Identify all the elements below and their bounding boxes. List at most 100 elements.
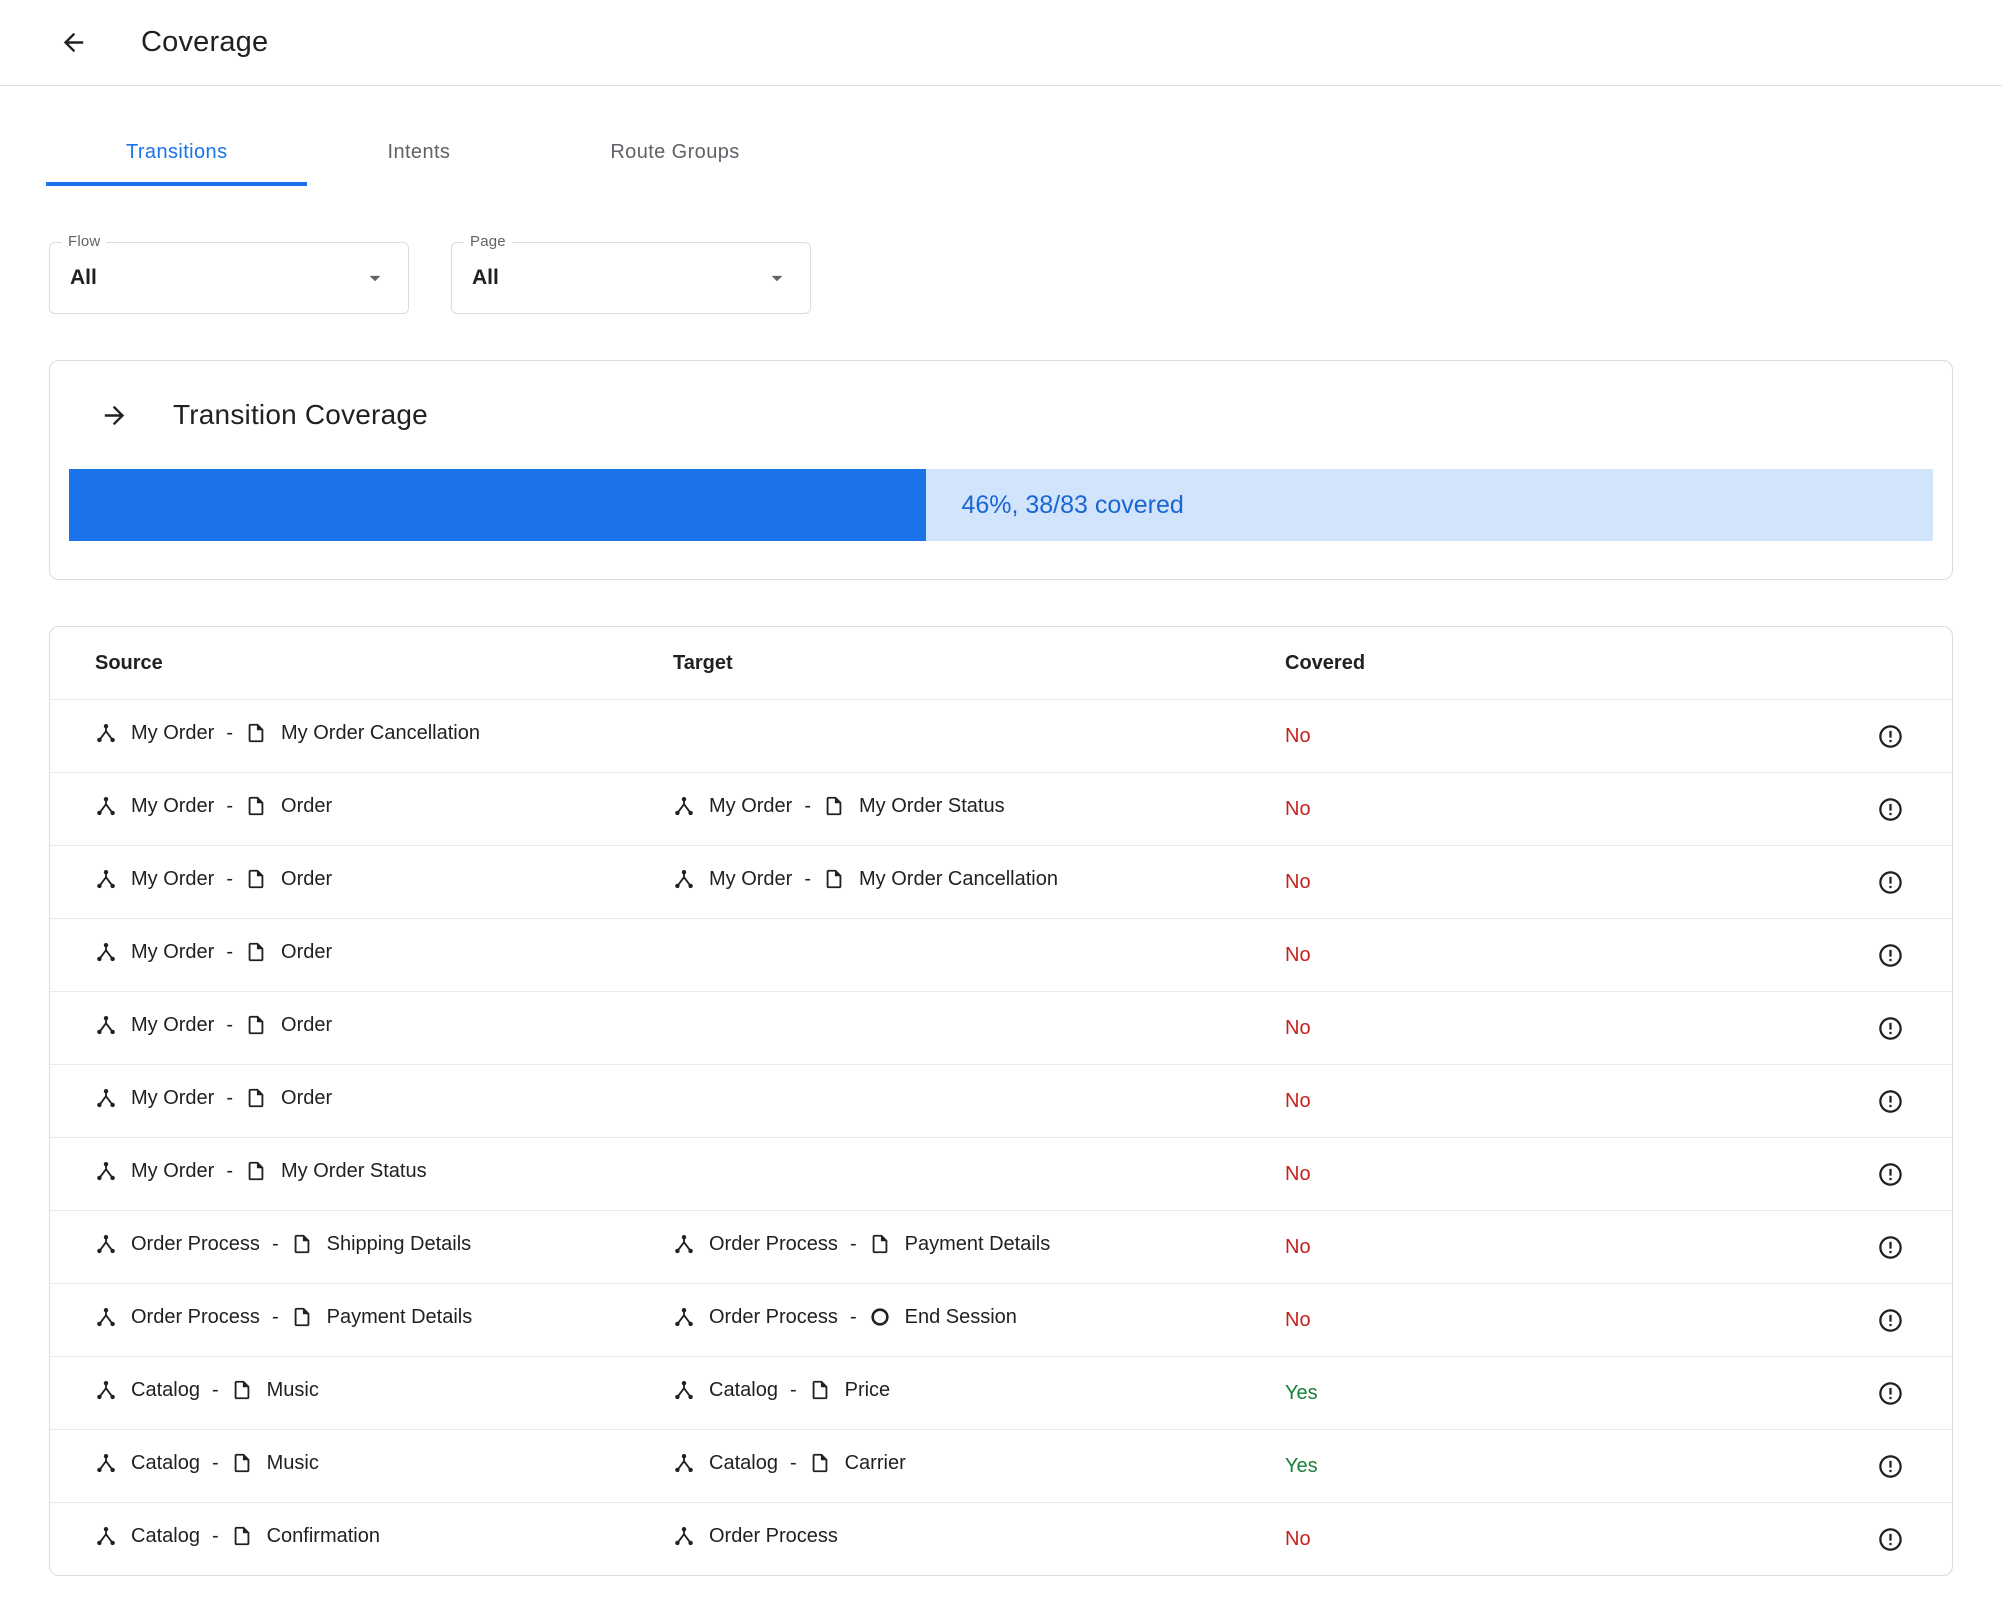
flow-name: Order Process (131, 1232, 260, 1255)
flow-name: My Order (131, 1086, 215, 1109)
endpoint: My Order - My Order Status (673, 795, 1005, 818)
error-icon[interactable] (1877, 942, 1904, 969)
endpoint-separator: - (226, 1159, 234, 1182)
page-title: Coverage (141, 26, 269, 58)
flow-icon (95, 1306, 117, 1328)
endpoint-separator: - (226, 721, 234, 744)
page-icon (231, 1525, 253, 1547)
tab-route-groups[interactable]: Route Groups (530, 122, 819, 186)
page-icon (231, 1452, 253, 1474)
flow-icon (95, 795, 117, 817)
table-body: My Order - My Order Cancellation No My O… (50, 699, 1952, 1575)
card-title: Transition Coverage (173, 399, 428, 430)
source-cell: My Order - My Order Cancellation (95, 722, 673, 751)
source-cell: My Order - Order (95, 1014, 673, 1043)
error-icon[interactable] (1877, 869, 1904, 896)
table-row: My Order - Order No (50, 991, 1952, 1064)
flow-filter-value: All (70, 266, 97, 289)
endpoint: My Order - My Order Status (95, 1160, 427, 1183)
page-name: Order (281, 794, 333, 817)
error-icon[interactable] (1877, 1088, 1904, 1115)
endpoint: My Order - Order (95, 1087, 332, 1110)
covered-cell: No (1251, 1528, 1835, 1551)
source-cell: Order Process - Payment Details (95, 1306, 673, 1335)
endpoint-separator: - (226, 1086, 234, 1109)
endpoint-separator: - (226, 1013, 234, 1036)
endpoint: Catalog - Music (95, 1379, 319, 1402)
table-row: My Order - Order No (50, 918, 1952, 991)
page-name: Shipping Details (326, 1232, 472, 1255)
covered-value: No (1285, 797, 1311, 820)
page-icon (291, 1306, 313, 1328)
endpoint: My Order - Order (95, 795, 332, 818)
tabs: Transitions Intents Route Groups (0, 122, 2002, 186)
endpoint: My Order - Order (95, 1014, 332, 1037)
error-icon[interactable] (1877, 1015, 1904, 1042)
page-icon (245, 868, 267, 890)
page-name: Order (281, 1086, 333, 1109)
tab-intents[interactable]: Intents (307, 122, 530, 186)
flow-name: My Order (709, 794, 793, 817)
page-filter-select[interactable]: Page All (451, 233, 811, 314)
top-bar: Coverage (0, 0, 2002, 86)
flow-name: Order Process (709, 1305, 838, 1328)
target-cell: Catalog - Carrier (673, 1452, 1251, 1481)
covered-cell: No (1251, 1309, 1835, 1332)
page-icon (291, 1233, 313, 1255)
endpoint: Catalog - Music (95, 1452, 319, 1475)
flow-filter-label: Flow (62, 233, 107, 250)
endpoint: Order Process (673, 1525, 838, 1548)
flow-icon (673, 868, 695, 890)
page-name: Order (281, 1013, 333, 1036)
table-row: My Order - My Order Cancellation No (50, 699, 1952, 772)
covered-value: No (1285, 1089, 1311, 1112)
info-cell (1835, 796, 1945, 823)
error-icon[interactable] (1877, 796, 1904, 823)
table-row: My Order - Order No (50, 1064, 1952, 1137)
target-cell: Catalog - Price (673, 1379, 1251, 1408)
error-icon[interactable] (1877, 1234, 1904, 1261)
endpoint-separator: - (226, 867, 234, 890)
back-button[interactable] (49, 19, 97, 67)
error-icon[interactable] (1877, 1307, 1904, 1334)
source-cell: My Order - Order (95, 868, 673, 897)
page-name: My Order Status (859, 794, 1005, 817)
chevron-down-icon (764, 265, 790, 291)
covered-cell: No (1251, 1090, 1835, 1113)
tab-label: Route Groups (610, 140, 740, 163)
error-icon[interactable] (1877, 1526, 1904, 1553)
tab-transitions[interactable]: Transitions (46, 122, 308, 186)
flow-name: Order Process (131, 1305, 260, 1328)
endpoint-separator: - (804, 867, 812, 890)
covered-cell: No (1251, 1163, 1835, 1186)
flow-name: My Order (131, 867, 215, 890)
covered-cell: No (1251, 798, 1835, 821)
error-icon[interactable] (1877, 1161, 1904, 1188)
page-icon (823, 868, 845, 890)
page-icon (231, 1379, 253, 1401)
endpoint: My Order - Order (95, 941, 332, 964)
flow-name: Catalog (709, 1378, 778, 1401)
info-cell (1835, 1307, 1945, 1334)
coverage-progress-fill (69, 469, 927, 541)
table-row: My Order - Order My Order - (50, 772, 1952, 845)
flow-name: My Order (131, 940, 215, 963)
endpoint-separator: - (789, 1378, 797, 1401)
page-filter-value: All (472, 266, 499, 289)
error-icon[interactable] (1877, 1453, 1904, 1480)
flow-name: My Order (131, 721, 215, 744)
endpoint: Order Process - Payment Details (95, 1306, 472, 1329)
source-cell: My Order - Order (95, 795, 673, 824)
error-icon[interactable] (1877, 723, 1904, 750)
flow-icon (95, 868, 117, 890)
covered-value: Yes (1285, 1454, 1318, 1477)
covered-value: No (1285, 1016, 1311, 1039)
arrow-back-icon (59, 28, 88, 57)
error-icon[interactable] (1877, 1380, 1904, 1407)
flow-icon (673, 1452, 695, 1474)
covered-value: No (1285, 1235, 1311, 1258)
source-cell: Catalog - Confirmation (95, 1525, 673, 1554)
endpoint: My Order - My Order Cancellation (95, 722, 480, 745)
flow-filter-select[interactable]: Flow All (49, 233, 409, 314)
source-cell: My Order - My Order Status (95, 1160, 673, 1189)
